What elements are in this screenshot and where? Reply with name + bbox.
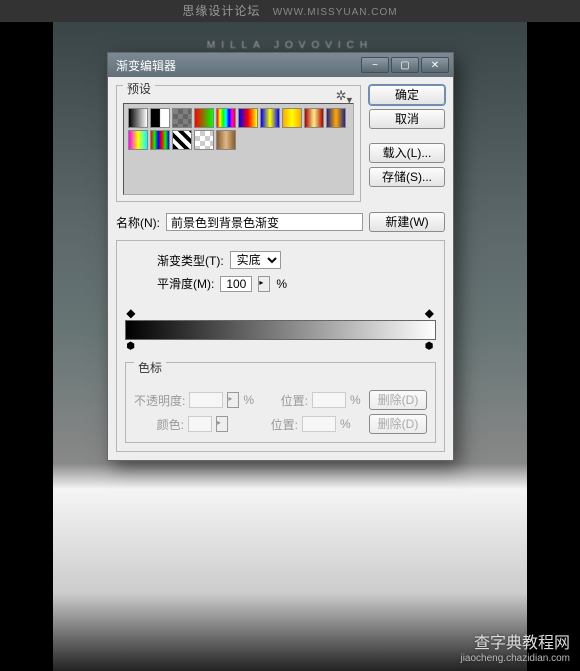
header-url: WWW.MISSYUAN.COM [273, 7, 398, 18]
preset-swatch[interactable] [216, 108, 236, 128]
gradient-type-label: 渐变类型(T): [157, 252, 224, 269]
watermark-brand: 查字典教程网 [460, 634, 570, 653]
watermark-url: jiaocheng.chazidian.com [460, 653, 570, 665]
color-stops-group: 色标 不透明度: ▸ % 位置: % 删除(D) 颜色: ▸ 位置: [125, 362, 436, 443]
color-dropdown-icon: ▸ [216, 416, 228, 432]
opacity-stop[interactable] [126, 308, 136, 320]
opacity-input [189, 392, 223, 408]
preset-swatch[interactable] [216, 130, 236, 150]
maximize-button[interactable]: ▢ [391, 57, 419, 73]
opacity-field-label: 不透明度: [134, 392, 185, 409]
colorstops-label: 色标 [134, 361, 166, 375]
percent-label: % [276, 277, 287, 291]
opacity-stop-track[interactable] [125, 308, 436, 320]
save-button[interactable]: 存储(S)... [369, 167, 445, 187]
page-header: 思缘设计论坛 WWW.MISSYUAN.COM [0, 0, 580, 22]
preset-swatch[interactable] [150, 108, 170, 128]
opacity-position-input [312, 392, 346, 408]
preset-swatch[interactable] [194, 130, 214, 150]
dialog-button-column: 确定 取消 载入(L)... 存储(S)... [369, 85, 445, 202]
color-stop[interactable] [425, 340, 435, 352]
preset-swatch[interactable] [260, 108, 280, 128]
dialog-body: 预设 ✲▾ [108, 77, 453, 460]
color-field-label: 颜色: [134, 416, 184, 433]
preset-swatch[interactable] [304, 108, 324, 128]
color-stop-track[interactable] [125, 340, 436, 352]
close-button[interactable]: ✕ [421, 57, 449, 73]
preset-swatch[interactable] [326, 108, 346, 128]
smoothness-dropdown-icon[interactable]: ▸ [258, 276, 270, 292]
new-button[interactable]: 新建(W) [369, 212, 445, 232]
bg-actor-name: MILLA JOVOVICH [53, 40, 527, 51]
color-position-input [302, 416, 336, 432]
preset-swatch[interactable] [194, 108, 214, 128]
preset-swatch[interactable] [238, 108, 258, 128]
gradient-settings-group: 渐变类型(T): 实底 平滑度(M): ▸ % [116, 240, 445, 452]
color-well [188, 416, 212, 432]
name-input[interactable] [166, 213, 363, 231]
gradient-bar-editor [125, 308, 436, 352]
watermark: 查字典教程网 jiaocheng.chazidian.com [460, 634, 570, 665]
opacity-dropdown-icon: ▸ [227, 392, 239, 408]
smoothness-label: 平滑度(M): [157, 275, 214, 292]
opacity-stop[interactable] [425, 308, 435, 320]
preset-swatch-list [123, 103, 354, 195]
preset-swatch[interactable] [282, 108, 302, 128]
preset-swatch[interactable] [172, 108, 192, 128]
position-label: 位置: [248, 416, 298, 433]
gradient-preview-bar[interactable] [125, 320, 436, 340]
delete-color-stop-button: 删除(D) [369, 414, 427, 434]
percent-label: % [243, 393, 254, 407]
ok-button[interactable]: 确定 [369, 85, 445, 105]
gradient-editor-dialog: 渐变编辑器 − ▢ ✕ 预设 ✲▾ [107, 52, 454, 461]
preset-swatch[interactable] [172, 130, 192, 150]
dialog-titlebar[interactable]: 渐变编辑器 − ▢ ✕ [108, 53, 453, 77]
presets-menu-icon[interactable]: ✲▾ [336, 88, 352, 107]
gradient-type-select[interactable]: 实底 [230, 251, 281, 269]
load-button[interactable]: 载入(L)... [369, 143, 445, 163]
presets-group: 预设 ✲▾ [116, 85, 361, 202]
preset-swatch[interactable] [128, 130, 148, 150]
position-label: 位置: [258, 392, 308, 409]
delete-opacity-stop-button: 删除(D) [369, 390, 427, 410]
header-brand: 思缘设计论坛 [182, 4, 260, 18]
smoothness-input[interactable] [220, 276, 252, 292]
percent-label: % [340, 417, 351, 431]
name-label: 名称(N): [116, 214, 160, 231]
percent-label: % [350, 393, 361, 407]
dialog-title: 渐变编辑器 [116, 57, 359, 74]
preset-swatch[interactable] [128, 108, 148, 128]
minimize-button[interactable]: − [361, 57, 389, 73]
cancel-button[interactable]: 取消 [369, 109, 445, 129]
preset-swatch[interactable] [150, 130, 170, 150]
presets-label: 预设 [123, 82, 155, 96]
color-stop[interactable] [126, 340, 136, 352]
